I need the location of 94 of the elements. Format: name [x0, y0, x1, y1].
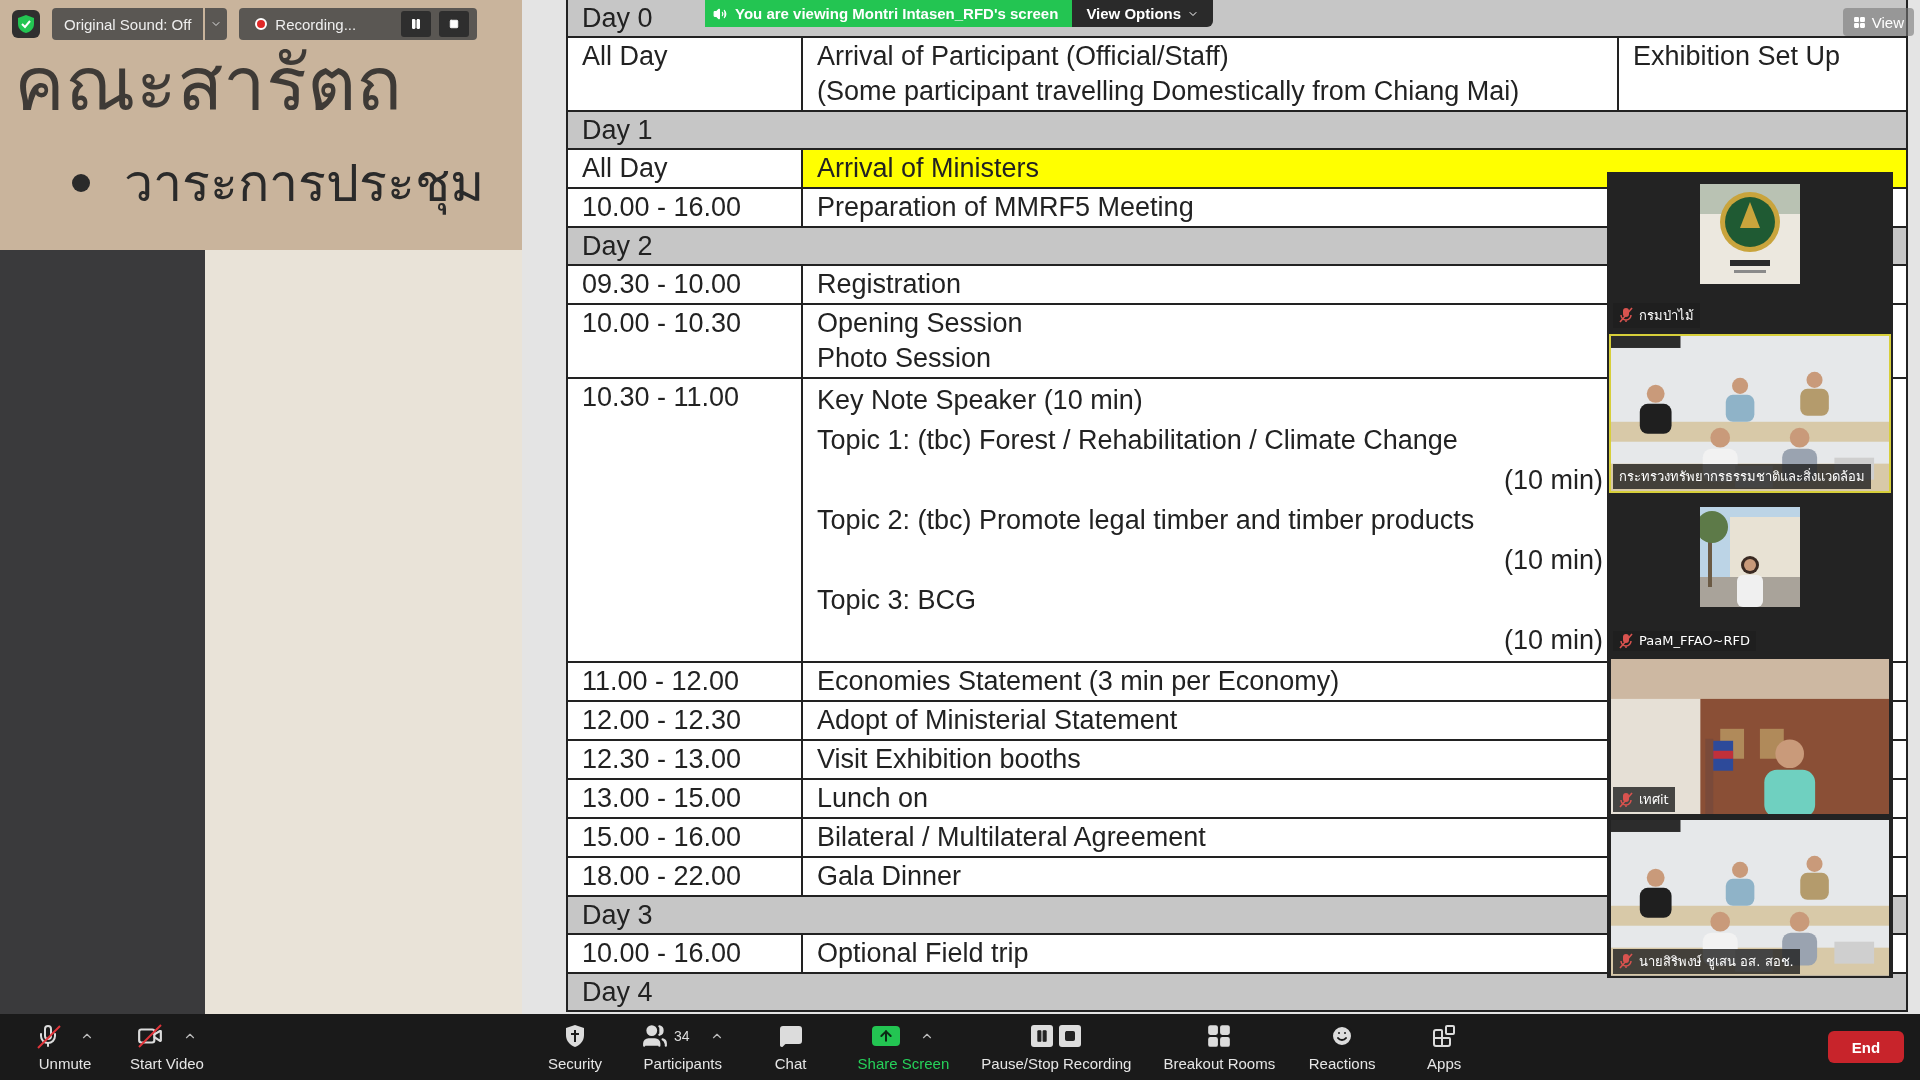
sound-dropdown-button[interactable]	[205, 8, 228, 40]
muted-mic-icon	[1619, 791, 1633, 808]
activity-text: Lunch on	[817, 782, 929, 815]
people-icon	[642, 1022, 668, 1049]
tool-label: Chat	[774, 1054, 807, 1072]
activity-text: Arrival of Participant (Official/Staff)	[817, 40, 1229, 73]
activity-text: Key Note Speaker (10 min)	[817, 384, 1143, 417]
activity-text: Economies Statement (3 min per Economy)	[817, 665, 1340, 698]
participant-count: 34	[674, 1027, 690, 1044]
stop-button[interactable]	[439, 11, 470, 37]
note-text: Exhibition Set Up	[1633, 40, 1841, 73]
shield-icon	[564, 1023, 586, 1048]
activity-text: Topic 3: BCG	[817, 584, 977, 617]
day-header: Day 1	[568, 112, 1906, 150]
muted-mic-icon	[1619, 307, 1633, 324]
duration-text: (10 min)	[1503, 624, 1603, 657]
chat-icon	[778, 1023, 803, 1048]
time-text: 11.00 - 12.00	[582, 665, 740, 698]
original-sound-button[interactable]: Original Sound: Off	[52, 8, 204, 40]
recording-dot-icon	[255, 18, 268, 30]
apps-button[interactable]: Apps	[1399, 1018, 1490, 1076]
mic-button[interactable]: Unmute	[20, 1018, 110, 1076]
activity-text: Topic 2: (tbc) Promote legal timber and timber products	[817, 504, 1475, 537]
share-screen-icon	[872, 1025, 901, 1046]
reactions-button[interactable]: Reactions	[1297, 1018, 1388, 1076]
tool-label: Start Video	[130, 1054, 204, 1072]
participant-name: เทศit	[1639, 791, 1669, 810]
participants-button[interactable]: 34 Participants	[632, 1018, 734, 1076]
time-text: 15.00 - 16.00	[582, 821, 742, 854]
tool-label: Pause/Stop Recording	[981, 1054, 1132, 1072]
slide-title: คณะสารัตถ	[14, 40, 402, 128]
video-tile[interactable]: เทศit	[1609, 656, 1891, 817]
activity-text: Gala Dinner	[817, 860, 962, 893]
record-button[interactable]: Pause/Stop Recording	[971, 1018, 1142, 1076]
breakout-button[interactable]: Breakout Rooms	[1153, 1018, 1286, 1076]
duration-text: (10 min)	[1503, 544, 1603, 577]
time-text: 13.00 - 15.00	[582, 782, 742, 815]
security-button[interactable]: Security	[530, 1018, 620, 1076]
bullet-text: วาระการประชุม	[124, 152, 484, 217]
end-button[interactable]: End	[1828, 1031, 1904, 1063]
activity-text: Optional Field trip	[817, 937, 1029, 970]
speaker-icon	[713, 6, 727, 21]
activity-text: Photo Session	[817, 342, 992, 375]
activity-text: (Some participant travelling Domestically from Chiang Mai)	[817, 75, 1520, 108]
time-text: 10.30 - 11.00	[582, 381, 740, 414]
activity-text: Bilateral / Multilateral Agreement	[817, 821, 1206, 854]
tool-label: Reactions	[1308, 1054, 1376, 1072]
pause-icon	[410, 18, 423, 30]
time-text: 10.00 - 16.00	[582, 937, 742, 970]
time-text: 12.00 - 12.30	[582, 704, 742, 737]
tool-label: Apps	[1427, 1054, 1462, 1072]
video-tile[interactable]: กระทรวงทรัพยากรธรรมชาติและสิ่งแวดล้อม	[1609, 333, 1891, 494]
participant-name: กระทรวงทรัพยากรธรรมชาติและสิ่งแวดล้อม	[1619, 467, 1865, 487]
time-text: All Day	[582, 152, 668, 185]
view-options-button[interactable]: View Options	[1072, 0, 1214, 27]
muted-mic-icon	[1619, 953, 1633, 970]
tool-label: Share Screen	[857, 1054, 950, 1072]
pause-stop-icon	[1031, 1024, 1082, 1047]
shield-icon[interactable]	[12, 10, 40, 38]
activity-text: Adopt of Ministerial Statement	[817, 704, 1178, 737]
activity-text: Opening Session	[817, 307, 1023, 340]
activity-text: Registration	[817, 268, 962, 301]
time-text: 18.00 - 22.00	[582, 860, 742, 893]
time-text: All Day	[582, 40, 668, 73]
tool-label: Breakout Rooms	[1163, 1054, 1276, 1072]
tool-label: Security	[547, 1054, 603, 1072]
recording-status: Recording...	[275, 15, 358, 33]
time-text: 09.30 - 10.00	[582, 268, 742, 301]
participant-name: กรมป่าไม้	[1639, 306, 1694, 325]
video-tile[interactable]: นายสิริพงษ์ ชูเสน อส. สอช.	[1609, 818, 1891, 978]
time-text: 12.30 - 13.00	[582, 743, 742, 776]
participant-name: นายสิริพงษ์ ชูเสน อส. สอช.	[1639, 952, 1794, 972]
participant-name: PaaM_FFAO~RFD	[1639, 633, 1750, 649]
time-text: 10.00 - 16.00	[582, 191, 742, 224]
muted-mic-icon	[1619, 632, 1633, 649]
grid-icon	[1852, 15, 1866, 29]
pause-button[interactable]	[401, 11, 432, 37]
day-header: Day 4	[568, 974, 1906, 1012]
activity-text: Preparation of MMRF5 Meeting	[817, 191, 1194, 224]
activity-text: Arrival of Ministers	[817, 152, 1040, 185]
activity-text: Topic 1: (tbc) Forest / Rehabilitation / Climate Change	[817, 424, 1458, 457]
video-button[interactable]: Start Video	[120, 1018, 214, 1076]
share-button[interactable]: Share Screen	[847, 1018, 960, 1076]
chat-button[interactable]: Chat	[745, 1018, 836, 1076]
tool-label: Unmute	[38, 1054, 92, 1072]
stop-icon	[449, 19, 460, 29]
time-text: 10.00 - 10.30	[582, 307, 742, 340]
duration-text: (10 min)	[1503, 464, 1603, 497]
grid-icon	[1206, 1022, 1233, 1049]
bullet-icon	[72, 173, 90, 192]
banner-text: You are viewing Montri Intasen_RFD's screen	[735, 5, 1059, 22]
apps-icon	[1432, 1023, 1457, 1048]
tool-label: Participants	[643, 1054, 722, 1072]
activity-text: Visit Exhibition booths	[817, 743, 1081, 776]
